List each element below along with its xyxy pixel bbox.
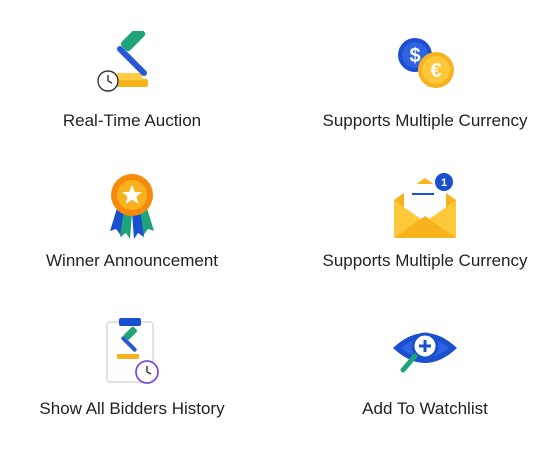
notification-badge: 1 xyxy=(441,177,447,189)
feature-multiple-currency-mail: 1 Supports Multiple Currency xyxy=(290,166,556,272)
feature-winner-announcement: Winner Announcement xyxy=(0,166,267,272)
feature-label: Winner Announcement xyxy=(46,251,218,270)
bid-history-clipboard-icon xyxy=(92,312,172,392)
currency-coins-icon: $ € xyxy=(385,22,465,102)
auction-gavel-clock-icon xyxy=(92,22,172,102)
svg-text:€: € xyxy=(430,60,441,82)
feature-label: Real-Time Auction xyxy=(62,111,202,130)
eye-magnifier-icon xyxy=(385,312,465,392)
mail-notification-icon: 1 xyxy=(385,166,465,246)
feature-multiple-currency: $ € Supports Multiple Currency xyxy=(290,22,556,132)
feature-label: Supports Multiple Currency xyxy=(322,111,528,130)
feature-label: Show All Bidders History xyxy=(39,399,225,418)
feature-real-time-auction: Real-Time Auction xyxy=(0,22,267,132)
feature-label: Supports Multiple Currency xyxy=(322,251,528,270)
feature-label: Add To Watchlist xyxy=(362,399,488,418)
award-ribbon-icon xyxy=(92,166,172,246)
feature-bidders-history: Show All Bidders History xyxy=(0,312,267,420)
feature-add-to-watchlist: Add To Watchlist xyxy=(290,312,556,420)
svg-text:$: $ xyxy=(409,45,420,67)
features-grid: Real-Time Auction $ € Supports Multiple … xyxy=(0,0,556,461)
